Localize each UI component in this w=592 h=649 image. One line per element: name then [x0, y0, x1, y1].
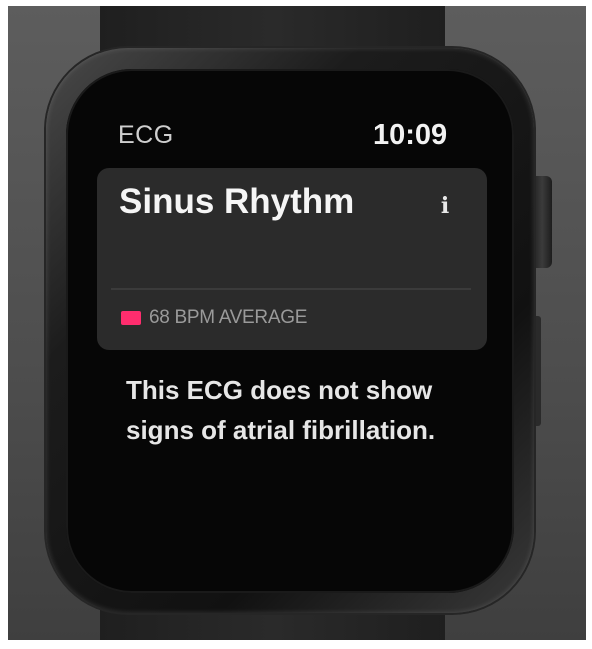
- watch-photo: ECG 10:09 Sinus Rhythm i 68 BPM AVERAGE …: [8, 6, 586, 640]
- result-title: Sinus Rhythm: [119, 182, 355, 221]
- app-title: ECG: [118, 121, 174, 149]
- heart-rate-badge-icon: [121, 311, 141, 325]
- status-time: 10:09: [373, 119, 448, 151]
- divider: [111, 288, 471, 290]
- result-card[interactable]: Sinus Rhythm i 68 BPM AVERAGE: [97, 168, 487, 350]
- bpm-average-row: 68 BPM AVERAGE: [121, 306, 307, 330]
- info-icon[interactable]: i: [431, 192, 459, 220]
- bpm-average-label: 68 BPM AVERAGE: [149, 307, 308, 328]
- result-description: This ECG does not show signs of atrial f…: [126, 375, 436, 445]
